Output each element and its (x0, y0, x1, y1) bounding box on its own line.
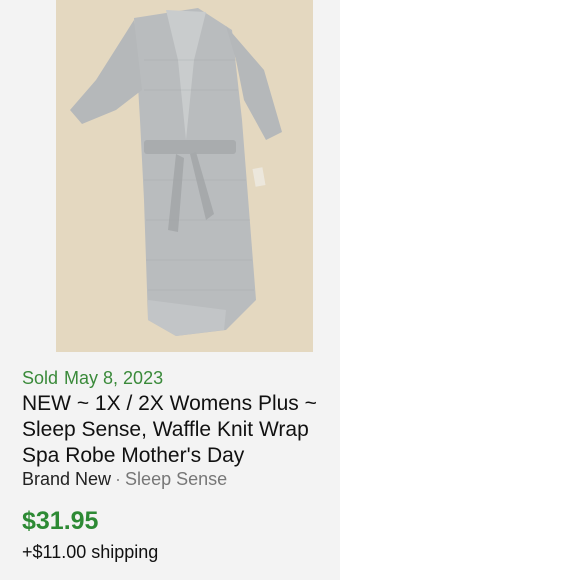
sold-date: May 8, 2023 (64, 368, 164, 388)
listing-subtitle: Brand New · Sleep Sense (22, 469, 227, 490)
screen: Sold May 8, 2023 NEW ~ 1X / 2X Womens Plu… (0, 0, 580, 580)
product-photo[interactable] (56, 0, 313, 352)
condition-label: Brand New (22, 469, 112, 489)
listing-title[interactable]: NEW ~ 1X / 2X Womens Plus ~ Sleep Sense,… (22, 391, 340, 469)
shipping-cost: +$11.00 shipping (22, 542, 159, 562)
sold-status: Sold May 8, 2023 (22, 368, 163, 389)
blank-area (340, 0, 580, 580)
sold-label: Sold (22, 368, 59, 388)
subtitle-separator: · (115, 469, 122, 489)
robe-image (56, 0, 313, 352)
brand-label: Sleep Sense (125, 469, 228, 489)
price: $31.95 (22, 507, 99, 535)
listing-card[interactable]: Sold May 8, 2023 NEW ~ 1X / 2X Womens Plu… (0, 0, 340, 580)
